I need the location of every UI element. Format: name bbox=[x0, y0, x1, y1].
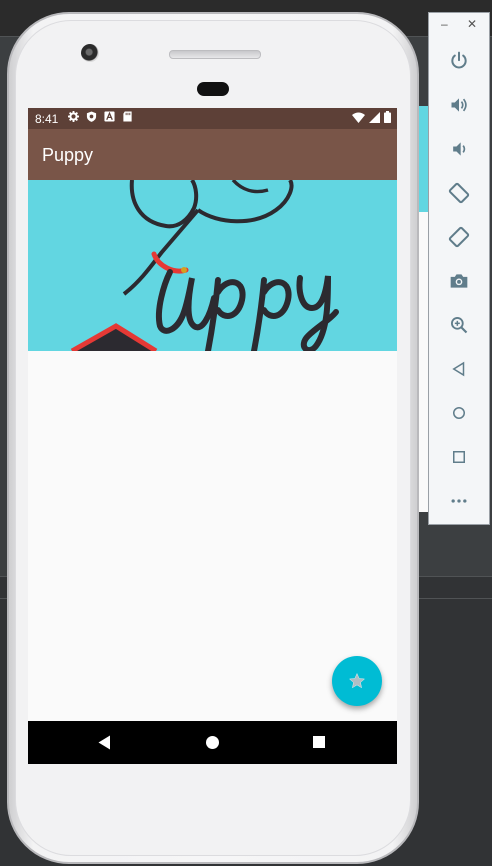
rotate-left-icon bbox=[448, 182, 470, 204]
close-icon[interactable]: ✕ bbox=[467, 17, 477, 31]
home-icon bbox=[453, 407, 465, 419]
power-icon bbox=[451, 51, 467, 69]
volume-up-icon bbox=[451, 98, 467, 112]
home-icon[interactable] bbox=[206, 736, 219, 749]
device-screen: 8:41 Puppy bbox=[28, 108, 397, 764]
volume-down-icon bbox=[453, 142, 466, 156]
app-title: Puppy bbox=[42, 145, 94, 165]
minimize-icon[interactable]: – bbox=[441, 17, 448, 31]
earpiece bbox=[197, 82, 229, 96]
emulator-overview-button[interactable] bbox=[446, 444, 472, 470]
zoom-button[interactable] bbox=[446, 312, 472, 338]
volume-down-button[interactable] bbox=[446, 136, 472, 162]
recents-icon[interactable] bbox=[313, 736, 325, 748]
status-bar: 8:41 bbox=[28, 108, 397, 129]
zoom-icon bbox=[451, 317, 468, 334]
shield-icon bbox=[86, 111, 97, 122]
sd-card-icon bbox=[123, 111, 132, 122]
battery-icon bbox=[384, 111, 391, 123]
emulator-controls-panel: – ✕ bbox=[428, 12, 490, 525]
favorite-fab[interactable] bbox=[332, 656, 382, 706]
emulator-back-button[interactable] bbox=[446, 356, 472, 382]
screenshot-button[interactable] bbox=[446, 268, 472, 294]
volume-up-button[interactable] bbox=[446, 92, 472, 118]
wifi-icon bbox=[352, 112, 365, 123]
puppy-logo bbox=[28, 180, 397, 351]
more-button[interactable] bbox=[446, 488, 472, 514]
status-time: 8:41 bbox=[35, 112, 59, 126]
power-button[interactable] bbox=[446, 48, 472, 74]
front-camera bbox=[81, 44, 99, 62]
emulator-home-button[interactable] bbox=[446, 400, 472, 426]
back-icon[interactable] bbox=[98, 735, 111, 750]
emulator-edge-hero bbox=[419, 106, 428, 212]
speaker-grille bbox=[169, 50, 261, 59]
emulator-edge-content bbox=[419, 212, 428, 512]
signal-icon bbox=[369, 111, 380, 123]
hero-image bbox=[28, 180, 397, 351]
a-icon bbox=[104, 111, 115, 122]
rotate-right-icon bbox=[448, 226, 470, 248]
overview-icon bbox=[453, 451, 465, 463]
more-icon bbox=[451, 499, 467, 503]
app-bar: Puppy bbox=[28, 129, 397, 180]
camera-icon bbox=[450, 274, 468, 288]
gear-icon bbox=[68, 111, 79, 122]
star-icon bbox=[348, 672, 366, 689]
rotate-right-button[interactable] bbox=[446, 224, 472, 250]
rotate-left-button[interactable] bbox=[446, 180, 472, 206]
navigation-bar bbox=[28, 721, 397, 764]
back-icon bbox=[452, 361, 465, 377]
